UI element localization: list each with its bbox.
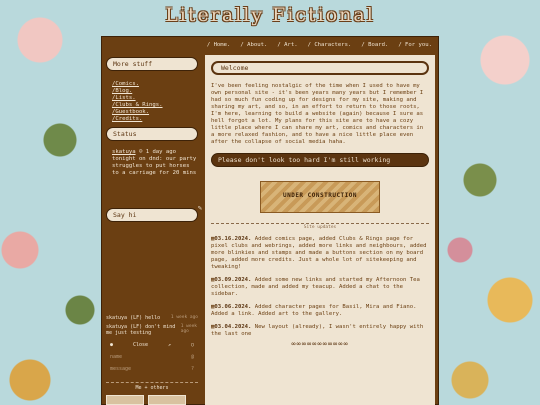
update-date: 03.04.2024. [214,324,252,330]
update-entry: ▦03.16.2024. Added comics page, added Cl… [211,236,429,271]
nav-characters[interactable]: / Characters. [303,42,357,48]
sidebar-link-clubs[interactable]: /Clubs & Rings. [112,102,198,109]
chat-text: hello [145,315,161,321]
under-construction-label: UNDER CONSTRUCTION [282,192,358,199]
chat-message-field[interactable]: message ? [106,366,198,372]
at-icon: @ [190,354,194,360]
nav-home[interactable]: / Home. [202,42,236,48]
nav-board[interactable]: / Board. [356,42,393,48]
chat-time: 1 week ago [170,315,198,320]
chat-toolbar: ● Close ↗ ○ [106,342,198,348]
site-updates-heading: Site updates [211,223,429,230]
chain-divider-icon: ∞∞∞∞∞∞∞∞∞∞∞ [291,340,349,348]
status-user[interactable]: skatuya [112,149,136,155]
me-others-heading: Me + others [106,382,198,391]
status-time: 1 day ago [145,149,177,155]
status-body: tonight on dnd: our party struggles to p… [112,156,197,176]
chat-close-button[interactable]: Close [133,342,148,348]
nav-about[interactable]: / About. [235,42,272,48]
status-header: Status [106,127,198,141]
status-message: skatuya ☺ 1 day ago tonight on dnd: our … [106,149,198,177]
welcome-header: Welcome [211,61,429,75]
chat-name-placeholder: name [110,354,123,360]
chat-message: skatuya (LF) hello 1 week ago [106,315,198,321]
nav-art[interactable]: / Art. [272,42,302,48]
sidebar-link-comics[interactable]: /Comics. [112,81,198,88]
sidebar: More stuff /Comics. /Blog. /Lists. /Club… [106,57,202,405]
chat-author: skatuya (LF) [106,315,143,321]
question-icon: ? [190,366,194,372]
site-button-badge[interactable] [106,395,144,405]
nav-for-you[interactable]: / For you. [393,42,437,48]
external-link-icon[interactable]: ↗ [168,342,171,348]
info-icon[interactable]: ○ [191,342,194,348]
update-date: 03.06.2024. [214,304,252,310]
chat-box: skatuya (LF) hello 1 week ago skatuya (L… [106,315,198,405]
say-hi-box: Say hi ✎ [106,204,202,222]
update-entry: ▦03.06.2024. Added character pages for B… [211,304,429,318]
under-construction-image: UNDER CONSTRUCTION [260,181,380,213]
update-entry: ▦03.09.2024. Added some new links and st… [211,277,429,298]
site-title: Literally Fictional [165,4,375,26]
sidebar-links: /Comics. /Blog. /Lists. /Clubs & Rings. … [106,81,198,123]
warning-banner: Please don't look too hard I'm still wor… [211,153,429,167]
more-stuff-header: More stuff [106,57,198,71]
main-content: Welcome I've been feeling nostalgic of t… [205,55,435,405]
smile-icon: ☺ [138,149,143,155]
site-button-badge[interactable] [148,395,186,405]
button-badges [106,395,198,405]
chat-time: 1 week ago [180,324,198,334]
status-box: Status skatuya ☺ 1 day ago tonight on dn… [106,127,198,177]
sidebar-link-credits[interactable]: /Credits. [112,116,198,123]
pencil-icon: ✎ [197,204,202,212]
sidebar-link-blog[interactable]: /Blog. [112,88,198,95]
update-entry: ▦03.04.2024. New layout (already), I was… [211,324,429,338]
chat-name-field[interactable]: name @ [106,354,198,360]
update-date: 03.16.2024. [214,236,252,242]
chat-message-placeholder: message [110,366,132,372]
user-icon[interactable]: ● [110,342,113,348]
sidebar-link-lists[interactable]: /Lists. [112,95,198,102]
top-nav: / Home. / About. / Art. / Characters. / … [103,39,437,51]
say-hi-header: Say hi [106,208,198,222]
update-date: 03.09.2024. [214,277,252,283]
sidebar-link-guestbook[interactable]: /Guestbook. [112,109,198,116]
chat-message: skatuya (LF) don't mind me just testing … [106,324,198,336]
intro-text: I've been feeling nostalgic of the time … [211,83,424,145]
